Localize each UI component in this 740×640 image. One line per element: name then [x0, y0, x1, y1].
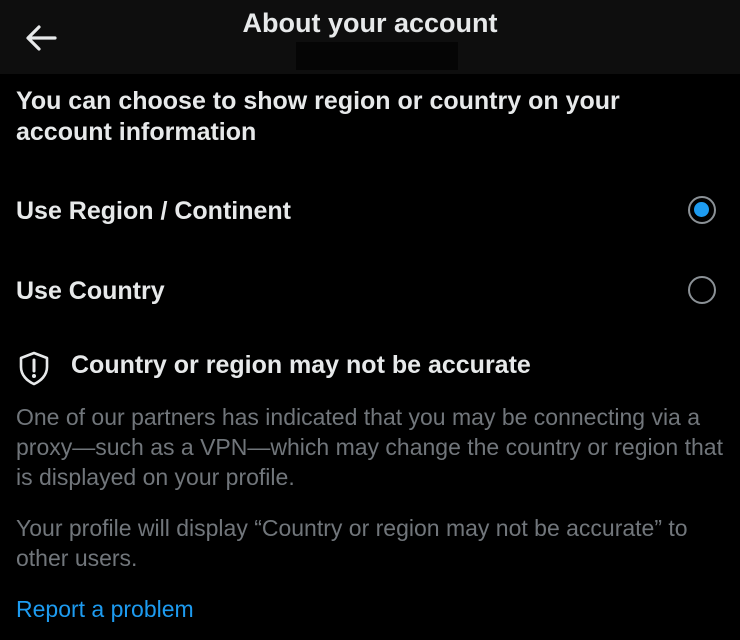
option-label: Use Region / Continent: [16, 197, 291, 225]
shield-exclamation-icon: [19, 351, 49, 386]
page-title: About your account: [242, 8, 498, 38]
warning-paragraph-1: One of our partners has indicated that y…: [16, 404, 723, 490]
radio-selected-dot: [694, 202, 709, 217]
top-app-bar: About your account: [0, 0, 740, 74]
option-region-continent[interactable]: Use Region / Continent: [0, 182, 740, 242]
radio-selected[interactable]: [688, 196, 716, 224]
redacted-username: [296, 42, 458, 70]
intro-text: You can choose to show region or country…: [16, 87, 620, 146]
warning-paragraph-2: Your profile will display “Country or re…: [16, 515, 688, 571]
option-country[interactable]: Use Country: [0, 262, 740, 322]
warning-title: Country or region may not be accurate: [71, 351, 531, 379]
radio-unselected[interactable]: [688, 276, 716, 304]
report-problem-link[interactable]: Report a problem: [16, 596, 194, 623]
option-label: Use Country: [16, 277, 165, 305]
warning-header: Country or region may not be accurate: [0, 346, 740, 386]
